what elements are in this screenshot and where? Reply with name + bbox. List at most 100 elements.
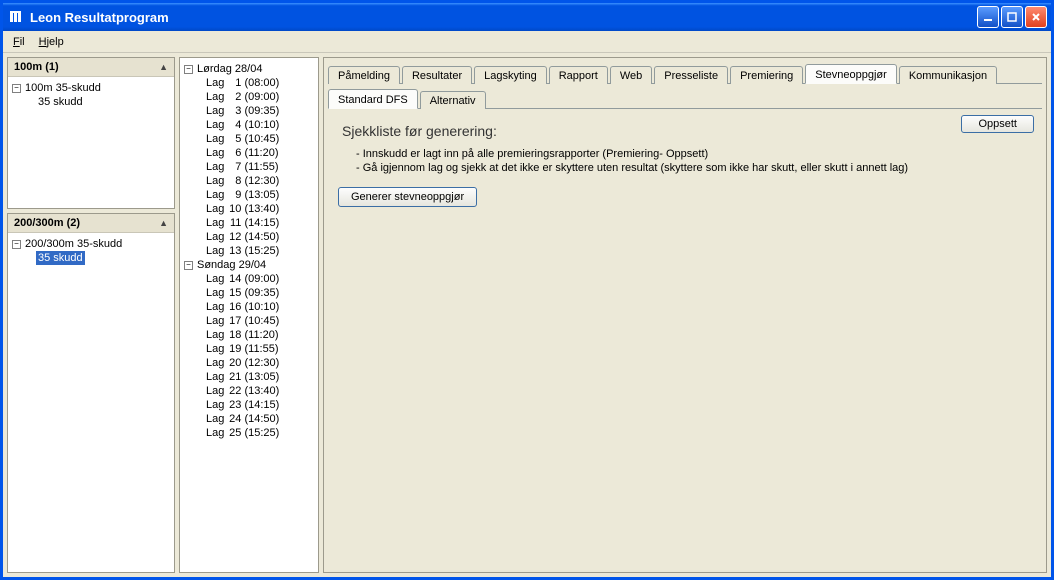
lag-time: (15:25) [241,427,279,439]
lag-time: (14:15) [241,399,279,411]
lag-row[interactable]: Lag 4 (10:10) [206,118,314,132]
tree-toggle-icon[interactable]: − [184,65,193,74]
oppsett-button[interactable]: Oppsett [961,115,1034,133]
menu-hjelp[interactable]: Hjelp [33,34,70,50]
lag-time: (14:50) [241,231,279,243]
lag-row[interactable]: Lag 21 (13:05) [206,370,314,384]
lag-row[interactable]: Lag 13 (15:25) [206,244,314,258]
lag-number: 6 [227,147,241,159]
lag-number: 23 [227,399,241,411]
tab-resultater[interactable]: Resultater [402,66,472,84]
tree-node-label: 200/300m 35-skudd [25,238,122,250]
lag-row[interactable]: Lag 23 (14:15) [206,398,314,412]
lag-row[interactable]: Lag 8 (12:30) [206,174,314,188]
lag-row[interactable]: Lag 22 (13:40) [206,384,314,398]
lag-row[interactable]: Lag 7 (11:55) [206,160,314,174]
lag-number: 13 [227,245,241,257]
lag-time: (14:15) [241,217,279,229]
lag-row[interactable]: Lag 5 (10:45) [206,132,314,146]
lag-row[interactable]: Lag 12 (14:50) [206,230,314,244]
tab-premiering[interactable]: Premiering [730,66,803,84]
lag-number: 9 [227,189,241,201]
tab-stevneoppgjør[interactable]: Stevneoppgjør [805,64,897,84]
lag-row[interactable]: Lag 17 (10:45) [206,314,314,328]
tree-toggle-icon[interactable]: − [12,84,21,93]
lag-time: (09:35) [241,287,279,299]
lag-time: (11:55) [241,161,278,173]
tabs-secondary: Standard DFSAlternativ [328,87,1042,109]
day-label: Søndag 29/04 [197,259,266,271]
left-header-100m[interactable]: 100m (1) ▲ [8,58,174,77]
lag-row[interactable]: Lag 25 (15:25) [206,426,314,440]
lag-label: Lag [206,203,227,215]
lag-row[interactable]: Lag 3 (09:35) [206,104,314,118]
generate-button[interactable]: Generer stevneoppgjør [338,187,477,207]
lag-row[interactable]: Lag 16 (10:10) [206,300,314,314]
tab-web[interactable]: Web [610,66,652,84]
lag-row[interactable]: Lag 9 (13:05) [206,188,314,202]
lag-label: Lag [206,301,227,313]
lag-label: Lag [206,273,227,285]
left-box-200-300m: 200/300m (2) ▲ − 200/300m 35-skudd 35 sk… [7,213,175,573]
lag-label: Lag [206,329,227,341]
collapse-icon: ▲ [159,62,168,72]
lag-number: 11 [227,217,241,229]
tree-leaf-35skudd-2[interactable]: 35 skudd [36,251,85,265]
lag-row[interactable]: Lag 1 (08:00) [206,76,314,90]
client-area: 100m (1) ▲ − 100m 35-skudd 35 skudd 200/… [3,53,1051,577]
lag-row[interactable]: Lag 14 (09:00) [206,272,314,286]
tab-kommunikasjon[interactable]: Kommunikasjon [899,66,997,84]
lag-time: (11:20) [241,329,278,341]
maximize-button[interactable] [1001,6,1023,28]
lag-row[interactable]: Lag 20 (12:30) [206,356,314,370]
lag-number: 16 [227,301,241,313]
left-header-200-300m[interactable]: 200/300m (2) ▲ [8,214,174,233]
lag-number: 24 [227,413,241,425]
lag-time: (13:40) [241,385,279,397]
day-label: Lørdag 28/04 [197,63,262,75]
lag-time: (08:00) [241,77,279,89]
tree-toggle-icon[interactable]: − [184,261,193,270]
subtab-standard dfs[interactable]: Standard DFS [328,89,418,109]
day-node[interactable]: −Lørdag 28/04 [184,62,314,76]
lag-label: Lag [206,133,227,145]
tab-påmelding[interactable]: Påmelding [328,66,400,84]
lag-row[interactable]: Lag 19 (11:55) [206,342,314,356]
tree-node-label: 100m 35-skudd [25,82,101,94]
checklist-item: - Gå igjennom lag og sjekk at det ikke e… [356,161,1032,175]
tab-rapport[interactable]: Rapport [549,66,608,84]
lag-row[interactable]: Lag 2 (09:00) [206,90,314,104]
lag-label: Lag [206,413,227,425]
day-node[interactable]: −Søndag 29/04 [184,258,314,272]
subtab-alternativ[interactable]: Alternativ [420,91,486,109]
lag-row[interactable]: Lag 6 (11:20) [206,146,314,160]
lag-row[interactable]: Lag 10 (13:40) [206,202,314,216]
lag-label: Lag [206,399,227,411]
lag-row[interactable]: Lag 11 (14:15) [206,216,314,230]
lag-label: Lag [206,175,227,187]
lag-time: (10:10) [241,119,279,131]
lag-time: (13:05) [241,371,279,383]
lag-row[interactable]: Lag 24 (14:50) [206,412,314,426]
left-header-label: 200/300m (2) [14,217,80,229]
tree-toggle-icon[interactable]: − [12,240,21,249]
lag-number: 21 [227,371,241,383]
lag-label: Lag [206,161,227,173]
tab-presseliste[interactable]: Presseliste [654,66,728,84]
tree-node-100m-35skudd[interactable]: − 100m 35-skudd [12,81,170,95]
menu-fil[interactable]: Fil [7,34,31,50]
minimize-button[interactable] [977,6,999,28]
checklist-item: - Innskudd er lagt inn på alle premierin… [356,147,1032,161]
titlebar: Leon Resultatprogram [3,3,1051,31]
lag-time: (09:00) [241,91,279,103]
tab-lagskyting[interactable]: Lagskyting [474,66,547,84]
close-button[interactable] [1025,6,1047,28]
window: Leon Resultatprogram Fil Hjelp 100m (1) … [0,0,1054,580]
lag-row[interactable]: Lag 18 (11:20) [206,328,314,342]
tree-leaf-35skudd-1[interactable]: 35 skudd [36,95,85,109]
lag-time: (10:10) [241,301,279,313]
tree-node-200-300m-35skudd[interactable]: − 200/300m 35-skudd [12,237,170,251]
lag-number: 5 [227,133,241,145]
lag-row[interactable]: Lag 15 (09:35) [206,286,314,300]
lag-number: 10 [227,203,241,215]
